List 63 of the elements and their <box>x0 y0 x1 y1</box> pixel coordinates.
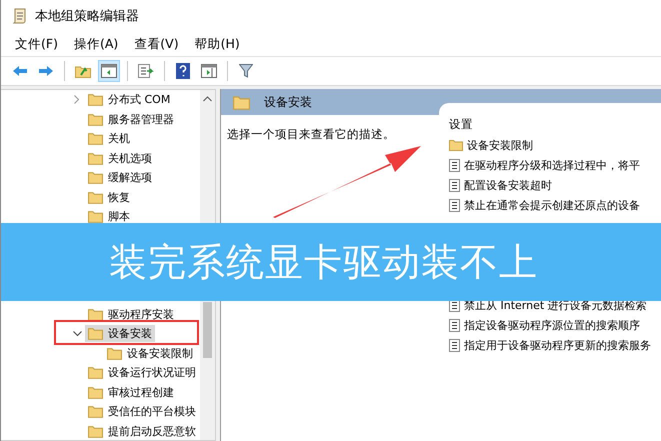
document-icon <box>449 318 460 332</box>
tree-item[interactable]: 审核过程创建 <box>85 384 177 401</box>
toolbar-button[interactable] <box>98 60 120 82</box>
list-item[interactable]: 在驱动程序分级和选择过程中，将平 <box>464 158 640 172</box>
folder-icon <box>88 112 103 126</box>
tree-item[interactable]: 恢复 <box>85 188 133 206</box>
tree-item[interactable]: 驱动程序安装 <box>85 306 177 323</box>
folder-up-icon <box>75 64 91 78</box>
tree-item[interactable]: 提前启动反恶意软 <box>85 422 199 440</box>
folder-icon <box>88 366 103 380</box>
list-item[interactable]: 设备安装限制 <box>467 138 533 152</box>
document-icon <box>449 178 460 192</box>
list-item[interactable]: 指定用于设备驱动程序更新的搜索服务 <box>464 338 651 352</box>
column-header[interactable]: 设置 <box>449 113 473 135</box>
tree-item[interactable]: 设备运行状况证明 <box>85 364 199 382</box>
scroll-icon <box>13 8 27 24</box>
description-text: 选择一个项目来查看它的描述。 <box>227 127 395 141</box>
menu-item[interactable]: 帮助(H) <box>188 34 246 54</box>
folder-icon <box>88 171 103 184</box>
filter-icon <box>239 64 253 78</box>
folder-icon <box>88 386 103 399</box>
tree-item[interactable]: 缓解选项 <box>85 169 155 186</box>
menu-item[interactable]: 操作(A) <box>68 34 124 54</box>
folder-icon <box>233 94 250 110</box>
folder-icon <box>88 405 103 418</box>
menu-item[interactable]: 查看(V) <box>128 34 185 54</box>
tree-item[interactable]: 受信任的平台模块 <box>85 403 199 420</box>
folder-icon <box>449 139 463 151</box>
tree-item[interactable]: 脚本 <box>85 208 133 226</box>
list-item[interactable]: 指定设备驱动程序源位置的搜索顺序 <box>464 318 640 332</box>
folder-icon <box>88 424 103 438</box>
tree-item[interactable]: 关机选项 <box>85 150 155 167</box>
folder-icon <box>88 152 103 165</box>
tree-item[interactable]: 设备安装 <box>85 325 155 342</box>
forward-arrow-icon <box>38 65 54 77</box>
document-icon <box>449 198 460 212</box>
scrollbar-thumb[interactable] <box>203 302 212 358</box>
folder-icon <box>88 93 103 106</box>
back-arrow-icon <box>12 65 28 77</box>
list-item[interactable]: 禁止在通常会提示创建还原点的设备 <box>464 198 640 212</box>
collapse-caret-icon[interactable] <box>72 330 82 337</box>
banner-title: 装完系统显卡驱动装不上 <box>109 238 538 286</box>
tree-item[interactable]: 服务器管理器 <box>85 110 177 128</box>
document-icon <box>449 338 460 352</box>
console-tree-icon <box>101 64 117 78</box>
folder-icon <box>88 190 103 204</box>
list-item[interactable]: 配置设备安装超时 <box>464 178 552 192</box>
export-list-icon <box>138 64 154 78</box>
tree-item[interactable]: 设备安装限制 <box>104 344 196 362</box>
window-title: 本地组策略编辑器 <box>35 8 139 25</box>
folder-icon <box>88 132 103 146</box>
tree-item[interactable]: 关机 <box>85 130 133 148</box>
folder-icon <box>88 308 103 321</box>
menu-item[interactable]: 文件(F) <box>9 34 64 54</box>
document-icon <box>449 158 460 172</box>
tree-item[interactable]: 分布式 COM <box>85 91 174 108</box>
folder-icon <box>107 346 122 360</box>
action-pane-icon <box>201 64 217 78</box>
expand-caret-icon[interactable] <box>74 95 80 104</box>
folder-icon <box>88 327 103 340</box>
pane-title: 设备安装 <box>264 94 312 110</box>
help-icon <box>176 63 190 79</box>
scroll-up-icon[interactable] <box>203 96 212 102</box>
